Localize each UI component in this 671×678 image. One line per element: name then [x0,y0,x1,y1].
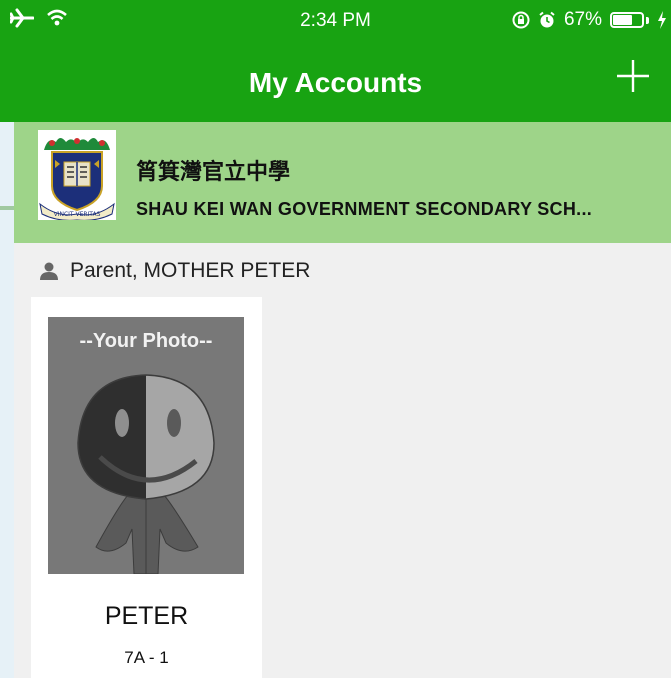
student-photo-placeholder: --Your Photo-- [48,317,244,574]
battery-cap [646,16,649,24]
page-title: My Accounts [248,67,423,98]
school-crest-logo: VINCIT VERITAS [38,130,116,220]
rotation-lock-icon [512,11,530,29]
add-account-button[interactable] [615,58,651,94]
status-bar: 2:34 PM 67% [0,0,671,40]
plus-icon [617,60,649,92]
charging-icon [658,11,666,29]
alarm-icon [539,11,555,28]
school-name-english: SHAU KEI WAN GOVERNMENT SECONDARY SCH... [136,199,593,219]
photo-placeholder-text: --Your Photo-- [80,330,213,352]
battery-percent: 67% [563,9,602,30]
battery-icon [610,12,644,28]
parent-label: Parent, MOTHER PETER [70,259,311,282]
parent-account-row: Parent, MOTHER PETER [40,259,310,283]
school-crest-motto: VINCIT VERITAS [54,211,101,218]
battery-level [613,15,632,25]
app-header: 2:34 PM 67% My Accounts [0,0,671,122]
student-card[interactable]: --Your Photo-- PETER 7A - 1 [31,297,262,678]
student-name: PETER [104,602,189,630]
person-icon [40,262,58,280]
student-class: 7A - 1 [124,648,169,667]
school-name-chinese: 筲箕灣官立中學 [136,160,291,185]
school-banner[interactable]: VINCIT VERITAS 筲箕灣官立中學 SHAU KEI WAN GOVE… [14,122,671,243]
